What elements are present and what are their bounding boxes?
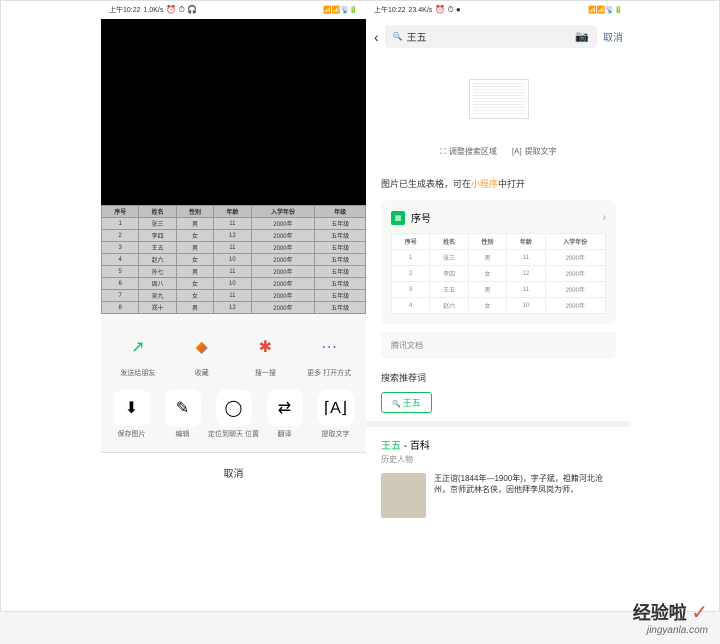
result-notice: 图片已生成表格，可在小程序中打开 — [366, 167, 631, 200]
share-item-icon: ◯ — [216, 390, 252, 426]
share-item[interactable]: ⌈A⌋ 提取文字 — [310, 390, 361, 439]
status-right-icons: 📶📶📡🔋 — [588, 6, 623, 14]
crop-icon: ⛶ — [440, 147, 446, 157]
share-item-icon: ⇄ — [267, 390, 303, 426]
share-item-icon: ⬇ — [114, 390, 150, 426]
check-icon: ✓ — [691, 602, 708, 624]
image-actions: ⛶ 调整搜索区域 [A] 提取文字 — [366, 136, 631, 167]
share-item[interactable]: ⬇ 保存图片 — [106, 390, 157, 439]
baike-subtitle: 历史人物 — [381, 454, 616, 465]
search-input[interactable]: 🔍 王五 📷 — [385, 25, 597, 48]
extract-text-button[interactable]: [A] 提取文字 — [512, 146, 557, 157]
chevron-right-icon: › — [603, 212, 606, 223]
status-net: 23.4K/s — [409, 7, 433, 14]
baike-result[interactable]: 王五 - 百科 历史人物 王正谊(1844年—1900年)，字子斌，祖籍河北沧州… — [366, 427, 631, 528]
share-item-label: 翻译 — [278, 431, 292, 439]
doc-source: 腾讯文档 — [381, 332, 616, 359]
share-item[interactable]: ↗ 发送给朋友 — [110, 329, 165, 378]
share-item[interactable]: ◆ 收藏 — [174, 329, 229, 378]
share-item-icon: ◆ — [184, 329, 220, 365]
status-time: 上午10:22 — [374, 5, 406, 15]
recommend-title: 搜索推荐词 — [381, 371, 616, 384]
doc-title: 序号 — [411, 210, 431, 225]
share-item-icon: ↗ — [120, 329, 156, 365]
share-item[interactable]: ⋯ 更多 打开方式 — [302, 329, 357, 378]
share-item-icon: ⋯ — [311, 329, 347, 365]
search-header: ‹ 🔍 王五 📷 取消 — [366, 19, 631, 54]
share-item-label: 编辑 — [176, 431, 190, 439]
share-item-label: 提取文字 — [322, 431, 350, 439]
share-item-label: 收藏 — [195, 370, 209, 378]
image-content-table: 序号姓名性别年龄入学年份年级1张三男112000年五年级2李四女122000年五… — [101, 205, 366, 314]
recommend-section: 搜索推荐词 王五 — [366, 359, 631, 421]
baike-suffix: - 百科 — [401, 441, 430, 452]
share-item[interactable]: ⇄ 翻译 — [259, 390, 310, 439]
share-item[interactable]: ◯ 定位到聊天 位置 — [208, 390, 259, 439]
back-icon[interactable]: ‹ — [374, 29, 379, 45]
share-item-icon: ✎ — [165, 390, 201, 426]
share-item[interactable]: ✎ 编辑 — [157, 390, 208, 439]
miniprogram-link[interactable]: 小程序 — [471, 179, 498, 189]
search-icon: 🔍 — [393, 32, 403, 41]
baike-text: 王正谊(1844年—1900年)，字子斌，祖籍河北沧州，京师武林名侠，因他拜李凤… — [434, 473, 616, 518]
share-item-label: 定位到聊天 位置 — [208, 431, 259, 439]
recommend-tag[interactable]: 王五 — [381, 392, 432, 413]
status-bar: 上午10:22 1.0K/s ⏰ ⏱ 🎧 📶📶📡🔋 — [101, 1, 366, 19]
status-icons: ⏰ ⏱ ● — [435, 5, 460, 15]
cancel-button[interactable]: 取消 — [101, 452, 366, 492]
share-item-label: 搜一搜 — [255, 370, 276, 378]
status-icons: ⏰ ⏱ 🎧 — [166, 5, 197, 15]
share-item-icon: ✱ — [247, 329, 283, 365]
status-bar: 上午10:22 23.4K/s ⏰ ⏱ ● 📶📶📡🔋 — [366, 1, 631, 19]
status-time: 上午10:22 — [109, 5, 141, 15]
share-item-label: 发送给朋友 — [120, 370, 155, 378]
uploaded-image-thumbnail[interactable] — [469, 79, 529, 119]
image-viewer[interactable]: 序号姓名性别年龄入学年份年级1张三男112000年五年级2李四女122000年五… — [101, 19, 366, 314]
search-cancel-button[interactable]: 取消 — [603, 29, 623, 44]
left-phone-screenshot: 上午10:22 1.0K/s ⏰ ⏱ 🎧 📶📶📡🔋 序号姓名性别年龄入学年份年级… — [101, 1, 366, 611]
status-net: 1.0K/s — [144, 7, 164, 14]
status-right-icons: 📶📶📡🔋 — [323, 6, 358, 14]
share-sheet: ↗发送给朋友◆收藏✱搜一搜⋯更多 打开方式 ⬇保存图片✎编辑◯定位到聊天 位置⇄… — [101, 314, 366, 492]
crop-search-area-button[interactable]: ⛶ 调整搜索区域 — [440, 146, 497, 157]
extract-icon: [A] — [512, 147, 522, 156]
watermark: 经验啦 ✓ jingyanla.com — [633, 599, 708, 636]
share-item-label: 保存图片 — [118, 431, 146, 439]
baike-image — [381, 473, 426, 518]
image-preview — [366, 54, 631, 136]
document-card[interactable]: ▦ 序号 › 序号姓名性别年龄入学年份1张三男112000年2李四女122000… — [381, 200, 616, 324]
baike-name: 王五 — [381, 441, 401, 452]
right-phone-screenshot: 上午10:22 23.4K/s ⏰ ⏱ ● 📶📶📡🔋 ‹ 🔍 王五 📷 取消 — [366, 1, 631, 611]
share-item[interactable]: ✱ 搜一搜 — [238, 329, 293, 378]
share-item-label: 更多 打开方式 — [307, 370, 351, 378]
share-item-icon: ⌈A⌋ — [318, 390, 354, 426]
spreadsheet-icon: ▦ — [391, 211, 405, 225]
search-query: 王五 — [407, 29, 427, 44]
camera-icon[interactable]: 📷 — [575, 30, 589, 43]
